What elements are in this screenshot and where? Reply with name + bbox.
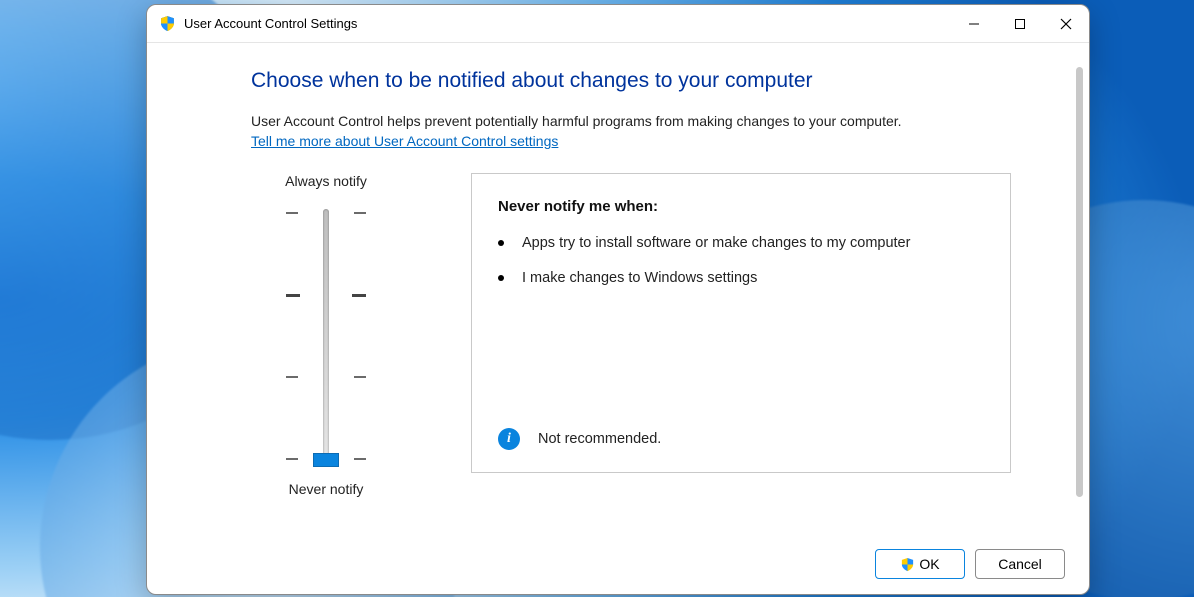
- bullet-icon: [498, 240, 504, 246]
- info-icon: i: [498, 428, 520, 450]
- setting-bullet-text: I make changes to Windows settings: [522, 268, 757, 289]
- close-button[interactable]: [1043, 6, 1089, 42]
- slider-track[interactable]: [286, 209, 366, 465]
- client-area: Choose when to be notified about changes…: [147, 43, 1089, 534]
- setting-bullet-text: Apps try to install software or make cha…: [522, 233, 910, 254]
- maximize-button[interactable]: [997, 6, 1043, 42]
- help-link[interactable]: Tell me more about User Account Control …: [251, 133, 558, 149]
- setting-description-box: Never notify me when: Apps try to instal…: [471, 173, 1011, 473]
- slider-label-bottom: Never notify: [289, 481, 364, 497]
- cancel-button[interactable]: Cancel: [975, 549, 1065, 579]
- description-text: User Account Control helps prevent poten…: [251, 113, 1023, 129]
- ok-button-label: OK: [919, 556, 939, 572]
- slider-label-top: Always notify: [285, 173, 367, 189]
- window-title: User Account Control Settings: [184, 16, 357, 31]
- uac-shield-icon: [900, 557, 915, 572]
- setting-title: Never notify me when:: [498, 198, 984, 215]
- recommendation-text: Not recommended.: [538, 431, 661, 447]
- uac-shield-icon: [159, 15, 176, 32]
- bullet-icon: [498, 275, 504, 281]
- titlebar[interactable]: User Account Control Settings: [147, 5, 1089, 43]
- cancel-button-label: Cancel: [998, 556, 1042, 572]
- setting-bullet: I make changes to Windows settings: [498, 268, 984, 289]
- minimize-button[interactable]: [951, 6, 997, 42]
- vertical-scrollbar[interactable]: [1076, 67, 1083, 497]
- ok-button[interactable]: OK: [875, 549, 965, 579]
- uac-settings-window: User Account Control Settings Choose whe…: [146, 4, 1090, 595]
- page-heading: Choose when to be notified about changes…: [251, 69, 1023, 93]
- slider-thumb[interactable]: [313, 453, 339, 467]
- setting-bullet: Apps try to install software or make cha…: [498, 233, 984, 254]
- dialog-footer: OK Cancel: [147, 534, 1089, 594]
- notification-slider: Always notify Never notify: [251, 173, 401, 497]
